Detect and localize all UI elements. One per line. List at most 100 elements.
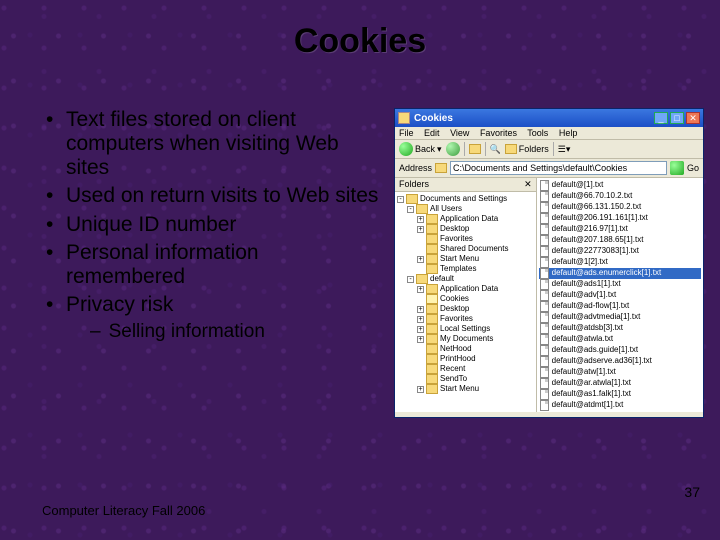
folder-icon bbox=[426, 324, 438, 334]
folders-button[interactable]: Folders bbox=[505, 144, 549, 154]
tree-node[interactable]: +Desktop bbox=[397, 304, 534, 314]
expand-icon[interactable]: + bbox=[417, 216, 424, 223]
file-item[interactable]: default@66.131.150.2.txt bbox=[539, 202, 701, 213]
tree-node[interactable]: PrintHood bbox=[397, 354, 534, 364]
tree-node[interactable]: NetHood bbox=[397, 344, 534, 354]
menu-edit[interactable]: Edit bbox=[424, 128, 440, 138]
tree-node[interactable]: +Start Menu bbox=[397, 384, 534, 394]
tree-node[interactable]: -Documents and Settings bbox=[397, 194, 534, 204]
address-input[interactable] bbox=[450, 161, 667, 175]
file-name: default@22773083[1].txt bbox=[552, 246, 639, 256]
file-item[interactable]: default@207.188.65[1].txt bbox=[539, 235, 701, 246]
search-button[interactable]: 🔍 bbox=[490, 144, 501, 155]
minimize-button[interactable]: _ bbox=[654, 112, 668, 124]
file-item[interactable]: default@as1.falk[1].txt bbox=[539, 389, 701, 400]
file-item[interactable]: default@ar.atwla[1].txt bbox=[539, 378, 701, 389]
views-button[interactable]: ☰▾ bbox=[558, 144, 571, 155]
file-item[interactable]: default@ads.guide[1].txt bbox=[539, 345, 701, 356]
forward-button[interactable] bbox=[446, 142, 460, 156]
file-icon bbox=[540, 191, 549, 202]
file-item[interactable]: default@atdsb[3].txt bbox=[539, 323, 701, 334]
tree-node[interactable]: + Application Data bbox=[397, 214, 534, 224]
pane-close-icon[interactable]: ✕ bbox=[524, 179, 532, 190]
bullet-item: Personal information remembered bbox=[42, 241, 382, 289]
folder-icon bbox=[398, 112, 410, 124]
tree-node[interactable]: Templates bbox=[397, 264, 534, 274]
menu-tools[interactable]: Tools bbox=[527, 128, 548, 138]
tree-node[interactable]: SendTo bbox=[397, 374, 534, 384]
tree-node[interactable]: +My Documents bbox=[397, 334, 534, 344]
expand-icon[interactable]: + bbox=[417, 256, 424, 263]
file-icon bbox=[540, 235, 549, 246]
file-icon bbox=[540, 279, 549, 290]
file-name: default@66.70.10.2.txt bbox=[552, 191, 633, 201]
file-list[interactable]: default@[1].txtdefault@66.70.10.2.txtdef… bbox=[537, 178, 703, 412]
pane-title: Folders bbox=[399, 179, 429, 190]
file-name: default@207.188.65[1].txt bbox=[552, 235, 644, 245]
expand-icon[interactable]: - bbox=[407, 276, 414, 283]
window-titlebar[interactable]: Cookies _ □ ✕ bbox=[395, 109, 703, 127]
slide-title: Cookies bbox=[0, 0, 720, 61]
tree-node[interactable]: +Favorites bbox=[397, 314, 534, 324]
file-item[interactable]: default@22773083[1].txt bbox=[539, 246, 701, 257]
file-item[interactable]: default@ads.enumerclick[1].txt bbox=[539, 268, 701, 279]
menu-favorites[interactable]: Favorites bbox=[480, 128, 517, 138]
tree-node[interactable]: + Start Menu bbox=[397, 254, 534, 264]
tree-node[interactable]: Recent bbox=[397, 364, 534, 374]
file-name: default@advtmedia[1].txt bbox=[552, 312, 641, 322]
expand-icon[interactable]: - bbox=[407, 206, 414, 213]
file-icon bbox=[540, 268, 549, 279]
file-item[interactable]: default@atdmt[1].txt bbox=[539, 400, 701, 411]
menu-file[interactable]: File bbox=[399, 128, 414, 138]
go-button[interactable] bbox=[670, 161, 684, 175]
bullet-item: Text files stored on client computers wh… bbox=[42, 108, 382, 180]
file-item[interactable]: default@adv[1].txt bbox=[539, 290, 701, 301]
file-name: default@adserve.ad36[1].txt bbox=[552, 356, 652, 366]
file-name: default@ads.enumerclick[1].txt bbox=[552, 268, 662, 278]
folder-tree[interactable]: -Documents and Settings-All Users + Applic… bbox=[395, 192, 536, 396]
expand-icon[interactable]: + bbox=[417, 386, 424, 393]
menu-bar[interactable]: File Edit View Favorites Tools Help bbox=[395, 127, 703, 140]
expand-icon[interactable]: + bbox=[417, 326, 424, 333]
file-icon bbox=[540, 356, 549, 367]
tree-node[interactable]: +Application Data bbox=[397, 284, 534, 294]
expand-icon[interactable]: + bbox=[417, 286, 424, 293]
tree-node[interactable]: -default bbox=[397, 274, 534, 284]
file-item[interactable]: default@advtmedia[1].txt bbox=[539, 312, 701, 323]
tree-node[interactable]: Favorites bbox=[397, 234, 534, 244]
tree-label: Application Data bbox=[440, 214, 498, 224]
folder-icon bbox=[426, 314, 438, 324]
expand-icon[interactable]: + bbox=[417, 226, 424, 233]
file-item[interactable]: default@ads1[1].txt bbox=[539, 279, 701, 290]
tree-node[interactable]: -All Users bbox=[397, 204, 534, 214]
back-button[interactable]: Back ▾ bbox=[399, 142, 442, 156]
up-button[interactable] bbox=[469, 144, 481, 154]
close-button[interactable]: ✕ bbox=[686, 112, 700, 124]
tree-node[interactable]: Cookies bbox=[397, 294, 534, 304]
file-item[interactable]: default@206.191.161[1].txt bbox=[539, 213, 701, 224]
file-item[interactable]: default@atwla.txt bbox=[539, 334, 701, 345]
file-item[interactable]: default@adserve.ad36[1].txt bbox=[539, 356, 701, 367]
file-item[interactable]: default@atw[1].txt bbox=[539, 367, 701, 378]
tree-label: Templates bbox=[440, 264, 476, 274]
expand-icon[interactable]: + bbox=[417, 316, 424, 323]
maximize-button[interactable]: □ bbox=[670, 112, 684, 124]
tree-node[interactable]: Shared Documents bbox=[397, 244, 534, 254]
file-item[interactable]: default@66.70.10.2.txt bbox=[539, 191, 701, 202]
expand-icon[interactable]: - bbox=[397, 196, 404, 203]
menu-help[interactable]: Help bbox=[559, 128, 578, 138]
separator bbox=[553, 142, 554, 156]
tree-label: Start Menu bbox=[440, 254, 479, 264]
tree-label: SendTo bbox=[440, 374, 467, 384]
file-item[interactable]: default@[1].txt bbox=[539, 180, 701, 191]
file-item[interactable]: default@ad-flow[1].txt bbox=[539, 301, 701, 312]
tree-node[interactable]: +Desktop bbox=[397, 224, 534, 234]
file-item[interactable]: default@1[2].txt bbox=[539, 257, 701, 268]
file-list-pane: default@[1].txtdefault@66.70.10.2.txtdef… bbox=[537, 178, 703, 412]
menu-view[interactable]: View bbox=[450, 128, 469, 138]
file-name: default@as1.falk[1].txt bbox=[552, 389, 631, 399]
file-item[interactable]: default@216.97[1].txt bbox=[539, 224, 701, 235]
expand-icon[interactable]: + bbox=[417, 336, 424, 343]
expand-icon[interactable]: + bbox=[417, 306, 424, 313]
tree-node[interactable]: +Local Settings bbox=[397, 324, 534, 334]
